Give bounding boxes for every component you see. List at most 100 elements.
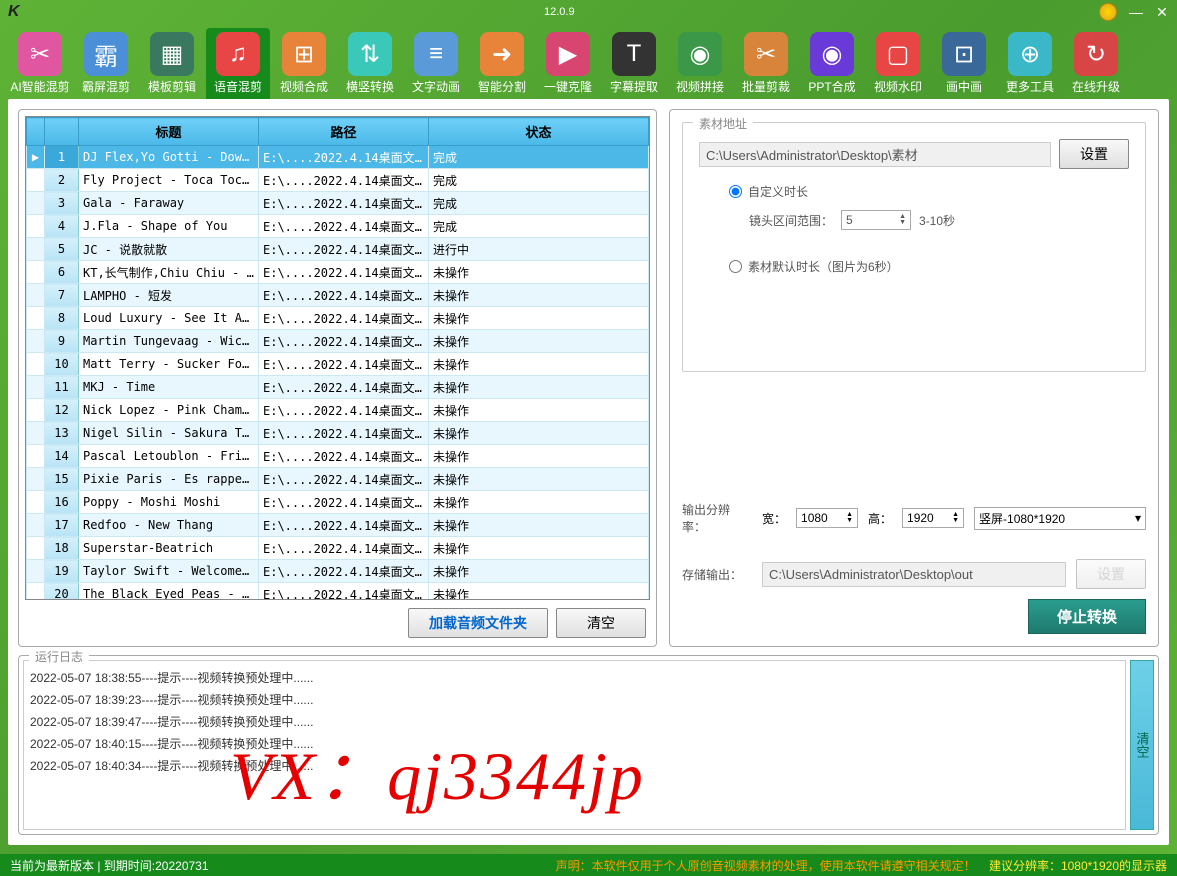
preset-select[interactable]: 竖屏-1080*1920▾ — [974, 507, 1146, 530]
table-row[interactable]: 18Superstar-BeatrichE:\....2022.4.14桌面文.… — [27, 537, 649, 560]
tool-label-1: 霸屏混剪 — [82, 78, 130, 95]
tool-8[interactable]: ▶一键克隆 — [536, 28, 600, 99]
range-label: 镜头区间范围： — [749, 212, 833, 229]
radio-default-duration[interactable] — [729, 260, 742, 273]
tool-3[interactable]: ♫ 语音混剪 — [206, 28, 270, 99]
file-list-panel: 标题 路径 状态 ▶1DJ Flex,Yo Gotti - Down ...E:… — [18, 109, 657, 647]
radio-custom-duration[interactable] — [729, 185, 742, 198]
tool-4[interactable]: ⊞ 视频合成 — [272, 28, 336, 99]
tool-2[interactable]: ▦ 模板剪辑 — [140, 28, 204, 99]
tool-icon-5: ⇅ — [348, 32, 392, 76]
storage-label: 存储输出： — [682, 566, 752, 583]
tool-label-6: 文字动画 — [412, 78, 460, 95]
table-row[interactable]: 7LAMPHO - 短发E:\....2022.4.14桌面文...未操作 — [27, 284, 649, 307]
app-version: 12.0.9 — [544, 6, 575, 18]
tool-icon-3: ♫ — [216, 32, 260, 76]
tool-label-4: 视频合成 — [280, 78, 328, 95]
load-audio-button[interactable]: 加载音频文件夹 — [408, 608, 548, 638]
status-tip: 建议分辨率：1080*1920的显示器 — [989, 859, 1167, 873]
settings-panel: 素材地址 设置 自定义时长 镜头区间范围： 5 ▲▼ 3-10秒 — [669, 109, 1159, 647]
tool-label-14: 画中画 — [946, 78, 982, 95]
range-spinner[interactable]: 5 ▲▼ — [841, 210, 911, 230]
table-row[interactable]: 19Taylor Swift - Welcome T...E:\....2022… — [27, 560, 649, 583]
log-clear-button[interactable]: 清空 — [1130, 660, 1154, 830]
material-set-button[interactable]: 设置 — [1059, 139, 1129, 169]
tool-icon-4: ⊞ — [282, 32, 326, 76]
table-row[interactable]: ▶1DJ Flex,Yo Gotti - Down ...E:\....2022… — [27, 146, 649, 169]
table-row[interactable]: 9Martin Tungevaag - Wicke...E:\....2022.… — [27, 330, 649, 353]
tool-10[interactable]: ◉视频拼接 — [668, 28, 732, 99]
table-row[interactable]: 8Loud Luxury - See It AgainE:\....2022.4… — [27, 307, 649, 330]
height-spinner[interactable]: 1920▲▼ — [902, 508, 964, 528]
app-logo-icon: K — [8, 3, 20, 21]
tool-5[interactable]: ⇅ 横竖转换 — [338, 28, 402, 99]
resolution-label: 输出分辨率： — [682, 501, 752, 535]
titlebar: K 12.0.9 — ✕ — [0, 0, 1177, 24]
tool-14[interactable]: ⊡ 画中画 — [932, 28, 996, 99]
table-row[interactable]: 20The Black Eyed Peas - Bo...E:\....2022… — [27, 583, 649, 601]
clear-list-button[interactable]: 清空 — [556, 608, 646, 638]
height-label: 高： — [868, 510, 892, 527]
tool-icon-9: T — [612, 32, 656, 76]
tool-6[interactable]: ≡ 文字动画 — [404, 28, 468, 99]
col-path[interactable]: 路径 — [259, 118, 429, 146]
table-row[interactable]: 16Poppy - Moshi MoshiE:\....2022.4.14桌面文… — [27, 491, 649, 514]
tool-label-10: 视频拼接 — [676, 78, 724, 95]
tool-label-5: 横竖转换 — [346, 78, 394, 95]
tool-label-13: 视频水印 — [874, 78, 922, 95]
minimize-button[interactable]: — — [1129, 5, 1143, 19]
table-row[interactable]: 10Matt Terry - Sucker For YouE:\....2022… — [27, 353, 649, 376]
tool-13[interactable]: ▢视频水印 — [866, 28, 930, 99]
radio-custom-label: 自定义时长 — [748, 183, 808, 200]
table-row[interactable]: 13Nigel Silin - Sakura TearsE:\....2022.… — [27, 422, 649, 445]
tool-label-9: 字幕提取 — [610, 78, 658, 95]
toolbar: ✂ AI智能混剪霸霸屏混剪 ▦ 模板剪辑 ♫ 语音混剪 ⊞ 视频合成 ⇅ 横竖转换 ≡ 文字动画 ➜ 智能… — [0, 24, 1177, 99]
col-status[interactable]: 状态 — [429, 118, 649, 146]
tool-label-7: 智能分割 — [478, 78, 526, 95]
col-title[interactable]: 标题 — [79, 118, 259, 146]
main-area: 标题 路径 状态 ▶1DJ Flex,Yo Gotti - Down ...E:… — [8, 99, 1169, 845]
log-title: 运行日志 — [29, 648, 89, 665]
table-row[interactable]: 3Gala - FarawayE:\....2022.4.14桌面文...完成 — [27, 192, 649, 215]
table-row[interactable]: 12Nick Lopez - Pink ChampagneE:\....2022… — [27, 399, 649, 422]
tool-11[interactable]: ✂批量剪裁 — [734, 28, 798, 99]
stop-convert-button[interactable]: 停止转换 — [1028, 599, 1146, 634]
table-row[interactable]: 17Redfoo - New ThangE:\....2022.4.14桌面文.… — [27, 514, 649, 537]
width-spinner[interactable]: 1080▲▼ — [796, 508, 858, 528]
material-path-input[interactable] — [699, 142, 1051, 167]
tool-9[interactable]: T 字幕提取 — [602, 28, 666, 99]
table-row[interactable]: 6KT,长气制作,Chiu Chiu - ...E:\....2022.4.14… — [27, 261, 649, 284]
tool-1[interactable]: 霸霸屏混剪 — [74, 28, 138, 99]
table-row[interactable]: 11MKJ - TimeE:\....2022.4.14桌面文...未操作 — [27, 376, 649, 399]
tool-label-2: 模板剪辑 — [148, 78, 196, 95]
table-row[interactable]: 15Pixie Paris - Es rappelt...E:\....2022… — [27, 468, 649, 491]
table-row[interactable]: 4J.Fla - Shape of YouE:\....2022.4.14桌面文… — [27, 215, 649, 238]
tool-7[interactable]: ➜ 智能分割 — [470, 28, 534, 99]
width-label: 宽： — [762, 510, 786, 527]
table-row[interactable]: 5JC - 说散就散E:\....2022.4.14桌面文...进行中 — [27, 238, 649, 261]
tool-icon-14: ⊡ — [942, 32, 986, 76]
tool-label-3: 语音混剪 — [214, 78, 262, 95]
tool-label-0: AI智能混剪 — [10, 78, 69, 95]
close-button[interactable]: ✕ — [1155, 5, 1169, 19]
radio-default-label: 素材默认时长（图片为6秒） — [748, 258, 899, 275]
tool-15[interactable]: ⊕更多工具 — [998, 28, 1062, 99]
status-disclaimer: 声明：本软件仅用于个人原创音视频素材的处理，使用本软件请遵守相关规定！ — [556, 859, 976, 873]
tool-16[interactable]: ↻在线升级 — [1064, 28, 1128, 99]
tool-12[interactable]: ◉PPT合成 — [800, 28, 864, 99]
log-content: 2022-05-07 18:38:55----提示----视频转换预处理中...… — [23, 660, 1126, 830]
tool-icon-0: ✂ — [18, 32, 62, 76]
file-table: 标题 路径 状态 ▶1DJ Flex,Yo Gotti - Down ...E:… — [26, 117, 649, 600]
table-row[interactable]: 14Pascal Letoublon - Frien...E:\....2022… — [27, 445, 649, 468]
tool-icon-7: ➜ — [480, 32, 524, 76]
table-row[interactable]: 2Fly Project - Toca Toca ...E:\....2022.… — [27, 169, 649, 192]
tool-label-8: 一键克隆 — [544, 78, 592, 95]
tool-icon-2: ▦ — [150, 32, 194, 76]
tool-icon-6: ≡ — [414, 32, 458, 76]
storage-set-button[interactable]: 设置 — [1076, 559, 1146, 589]
tool-icon-16: ↻ — [1074, 32, 1118, 76]
tool-label-15: 更多工具 — [1006, 78, 1054, 95]
tool-icon-1: 霸 — [84, 32, 128, 76]
tool-0[interactable]: ✂ AI智能混剪 — [8, 28, 72, 99]
storage-path-input[interactable] — [762, 562, 1066, 587]
